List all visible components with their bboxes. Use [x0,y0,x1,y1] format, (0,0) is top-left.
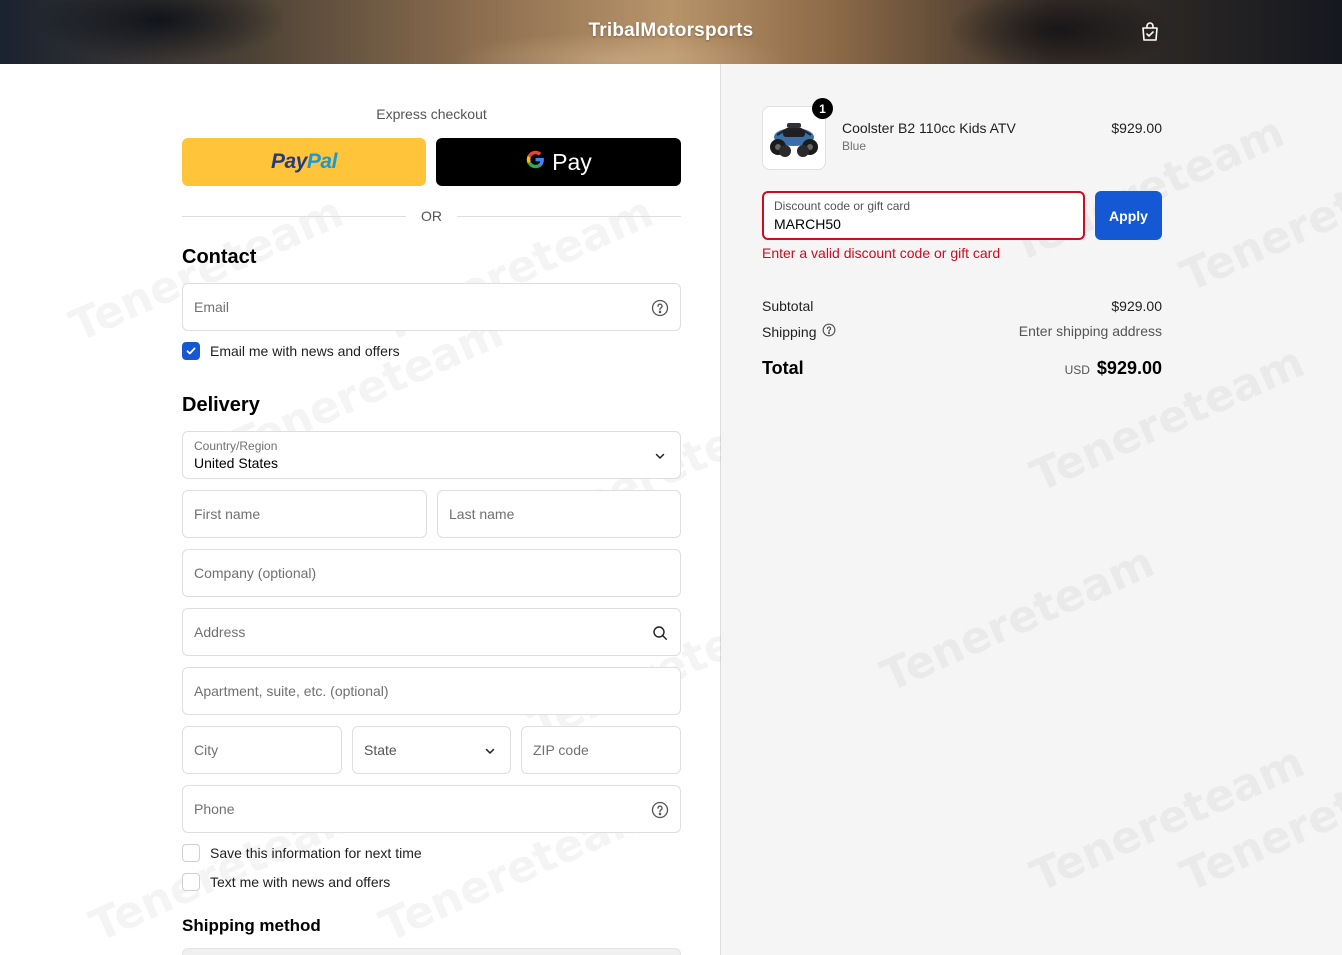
order-summary-column: Tenereteam Tenereteam Tenereteam Teneret… [721,64,1342,955]
country-value: United States [194,455,279,471]
discount-value: MARCH50 [774,216,841,232]
zip-placeholder: ZIP code [533,742,589,758]
email-placeholder: Email [194,299,230,315]
save-info-checkbox-row[interactable]: Save this information for next time [182,844,422,862]
product-price: $929.00 [1111,120,1162,136]
product-thumbnail: 1 [762,98,833,170]
subtotal-value: $929.00 [1111,298,1162,314]
checkout-form-column: Tenereteam Tenereteam Tenereteam Teneret… [0,64,811,955]
apartment-placeholder: Apartment, suite, etc. (optional) [194,683,389,699]
newsletter-checkbox[interactable] [182,342,200,360]
watermark: Tenereteam [1173,137,1342,303]
company-field[interactable]: Company (optional) [182,549,681,597]
save-info-label: Save this information for next time [210,845,422,861]
phone-placeholder: Phone [194,801,235,817]
address-field[interactable]: Address [182,608,681,656]
discount-error-message: Enter a valid discount code or gift card [762,245,1001,261]
shipping-value: Enter shipping address [1018,323,1162,339]
paypal-button[interactable]: PayPal [182,138,426,186]
product-name: Coolster B2 110cc Kids ATV [842,120,1016,136]
quantity-badge: 1 [812,98,833,119]
shipping-method-heading: Shipping method [182,916,321,935]
city-placeholder: City [194,742,219,758]
phone-field[interactable]: Phone [182,785,681,833]
or-divider: OR [182,208,681,224]
first-name-field[interactable]: First name [182,490,427,538]
or-label: OR [421,208,442,224]
subtotal-row: Subtotal $929.00 [762,298,1162,314]
bag-icon[interactable] [1138,20,1162,44]
discount-code-field[interactable]: Discount code or gift card MARCH50 [762,191,1085,240]
chevron-down-icon [481,742,499,760]
address-placeholder: Address [194,624,246,640]
subtotal-label: Subtotal [762,298,814,314]
total-label: Total [762,358,804,378]
discount-label: Discount code or gift card [774,199,911,213]
newsletter-label: Email me with news and offers [210,343,400,359]
watermark: Tenereteam [1173,737,1342,903]
total-row: Total USD $929.00 [762,358,1162,379]
help-circle-icon[interactable] [822,323,836,340]
text-offers-checkbox-row[interactable]: Text me with news and offers [182,873,390,891]
delivery-heading: Delivery [182,394,260,416]
google-g-icon [525,149,546,176]
state-placeholder: State [364,742,397,758]
first-name-placeholder: First name [194,506,261,522]
help-circle-icon[interactable] [651,299,669,317]
watermark: Tenereteam [1023,737,1312,903]
chevron-down-icon [651,447,669,465]
newsletter-checkbox-row[interactable]: Email me with news and offers [182,342,400,360]
text-offers-label: Text me with news and offers [210,874,391,890]
state-select[interactable]: State [352,726,511,774]
shipping-label: Shipping [762,323,817,340]
paypal-logo: PayPal [271,150,337,173]
company-placeholder: Company (optional) [194,565,317,581]
last-name-field[interactable]: Last name [437,490,681,538]
help-circle-icon[interactable] [651,801,669,819]
city-field[interactable]: City [182,726,342,774]
google-pay-button[interactable]: Pay [436,138,681,186]
shipping-method-box [182,948,681,955]
shipping-row: Shipping Enter shipping address [762,323,1162,340]
total-value: $929.00 [1096,358,1162,378]
currency-code: USD [1064,363,1090,377]
last-name-placeholder: Last name [449,506,515,522]
product-variant: Blue [842,139,867,153]
google-pay-label: Pay [552,148,592,175]
search-icon [651,624,669,642]
express-checkout-label: Express checkout [376,106,487,122]
apply-discount-button[interactable]: Apply [1095,191,1162,240]
watermark: Tenereteam [873,537,1162,703]
text-offers-checkbox[interactable] [182,873,200,891]
country-select[interactable]: Country/Region United States [182,431,681,479]
zip-field[interactable]: ZIP code [521,726,681,774]
email-field[interactable]: Email [182,283,681,331]
store-header: TribalMotorsports [0,0,1342,64]
save-info-checkbox[interactable] [182,844,200,862]
country-label: Country/Region [194,439,278,453]
apartment-field[interactable]: Apartment, suite, etc. (optional) [182,667,681,715]
contact-heading: Contact [182,246,257,268]
